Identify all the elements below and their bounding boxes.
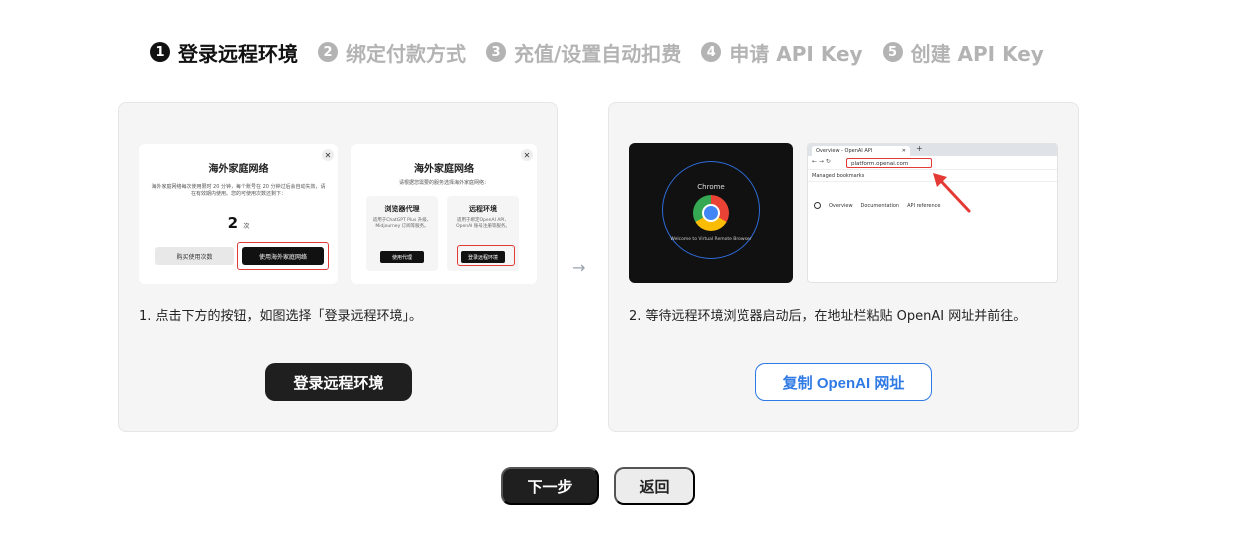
option-remote-title: 远程环境: [469, 205, 497, 213]
usage-count: 2 次: [139, 214, 338, 232]
remote-browser-splash: Chrome Welcome to Virtual Remote Browser: [629, 143, 793, 283]
option-proxy-title: 浏览器代理: [384, 205, 420, 213]
step-3-number: 3: [486, 42, 506, 62]
browser-url: platform.openai.com: [846, 158, 932, 168]
open-openai-panel: Chrome Welcome to Virtual Remote Browser…: [608, 102, 1079, 432]
back-button[interactable]: 返回: [614, 467, 695, 505]
browser-tab: Overview - OpenAI API ✕: [812, 146, 910, 156]
chrome-logo-icon: [693, 195, 729, 231]
step-3: 3 充值/设置自动扣费: [486, 38, 681, 67]
arrow-right-icon: →: [572, 258, 586, 277]
dialog-text: 海外家庭网络每次使用限时 20 分钟，每个账号在 20 分钟过后会自动失效，请在…: [151, 184, 326, 197]
openai-logo-icon: [814, 202, 821, 209]
step-1: 1 登录远程环境: [150, 38, 298, 67]
option-proxy-button-illustration: 使用代理: [380, 251, 424, 263]
welcome-text: Welcome to Virtual Remote Browser: [670, 237, 752, 242]
step-2-number: 2: [318, 42, 338, 62]
browser-tab-strip: Overview - OpenAI API ✕ +: [808, 144, 1057, 156]
step-2-label: 绑定付款方式: [346, 41, 466, 66]
browser-address-bar: ← → ↻ platform.openai.com: [808, 156, 1057, 170]
step-5: 5 创建 API Key: [882, 38, 1044, 67]
step-5-number: 5: [882, 42, 903, 62]
usage-count-value: 2: [227, 214, 239, 232]
plus-icon: +: [916, 144, 923, 153]
next-step-button[interactable]: 下一步: [501, 467, 599, 505]
nav-arrows-icon: ← → ↻: [812, 158, 831, 165]
buy-uses-button-illustration: 购买使用次数: [155, 247, 234, 265]
step-3-label: 充值/设置自动扣费: [514, 41, 682, 66]
dialog-subtitle: 请根据您需要的服务选择海外家庭网络：: [398, 180, 489, 186]
step-5-label: 创建 API Key: [910, 41, 1044, 66]
step-1-number: 1: [150, 42, 170, 62]
chrome-label: Chrome: [697, 183, 725, 191]
option-remote-desc: 适用于绑定OpenAI API、OpenAI 账号注册等服务。: [456, 218, 510, 229]
option-proxy-desc: 适用于ChatGPT Plus 升级、Midjourney 订阅等服务。: [372, 218, 432, 229]
illustration-dialog-usage: ✕ 海外家庭网络 海外家庭网络每次使用限时 20 分钟，每个账号在 20 分钟过…: [139, 144, 338, 284]
stepper: 1 登录远程环境 2 绑定付款方式 3 充值/设置自动扣费 4 申请 API Key 5…: [150, 38, 1064, 66]
dialog-title: 海外家庭网络: [414, 164, 474, 175]
nav-link: Overview: [829, 202, 853, 209]
usage-count-unit: 次: [243, 223, 250, 230]
highlight-box: [457, 245, 515, 266]
step-2: 2 绑定付款方式: [318, 38, 466, 67]
close-icon: ✕: [901, 148, 906, 154]
login-remote-button[interactable]: 登录远程环境: [265, 363, 412, 401]
openai-nav: Overview Documentation API reference: [814, 202, 940, 209]
option-proxy: 浏览器代理 适用于ChatGPT Plus 升级、Midjourney 订阅等服…: [366, 196, 438, 271]
nav-link: Documentation: [860, 202, 900, 209]
highlight-box: [237, 242, 329, 270]
browser-tab-title: Overview - OpenAI API: [816, 148, 873, 154]
step-1-label: 登录远程环境: [178, 41, 298, 66]
dialog-title: 海外家庭网络: [208, 164, 269, 175]
illustration-dialog-choose: ✕ 海外家庭网络 请根据您需要的服务选择海外家庭网络： 浏览器代理 适用于Cha…: [351, 144, 537, 284]
step-description: 2. 等待远程环境浏览器启动后，在地址栏粘贴 OpenAI 网址并前往。: [629, 309, 1027, 324]
login-remote-panel: ✕ 海外家庭网络 海外家庭网络每次使用限时 20 分钟，每个账号在 20 分钟过…: [118, 102, 558, 432]
copy-openai-url-button[interactable]: 复制 OpenAI 网址: [755, 363, 932, 401]
step-description: 1. 点击下方的按钮，如图选择「登录远程环境」。: [139, 309, 423, 324]
step-4-number: 4: [701, 42, 722, 62]
step-4: 4 申请 API Key: [701, 38, 863, 67]
step-4-label: 申请 API Key: [729, 41, 863, 66]
red-arrow-icon: [933, 173, 971, 213]
